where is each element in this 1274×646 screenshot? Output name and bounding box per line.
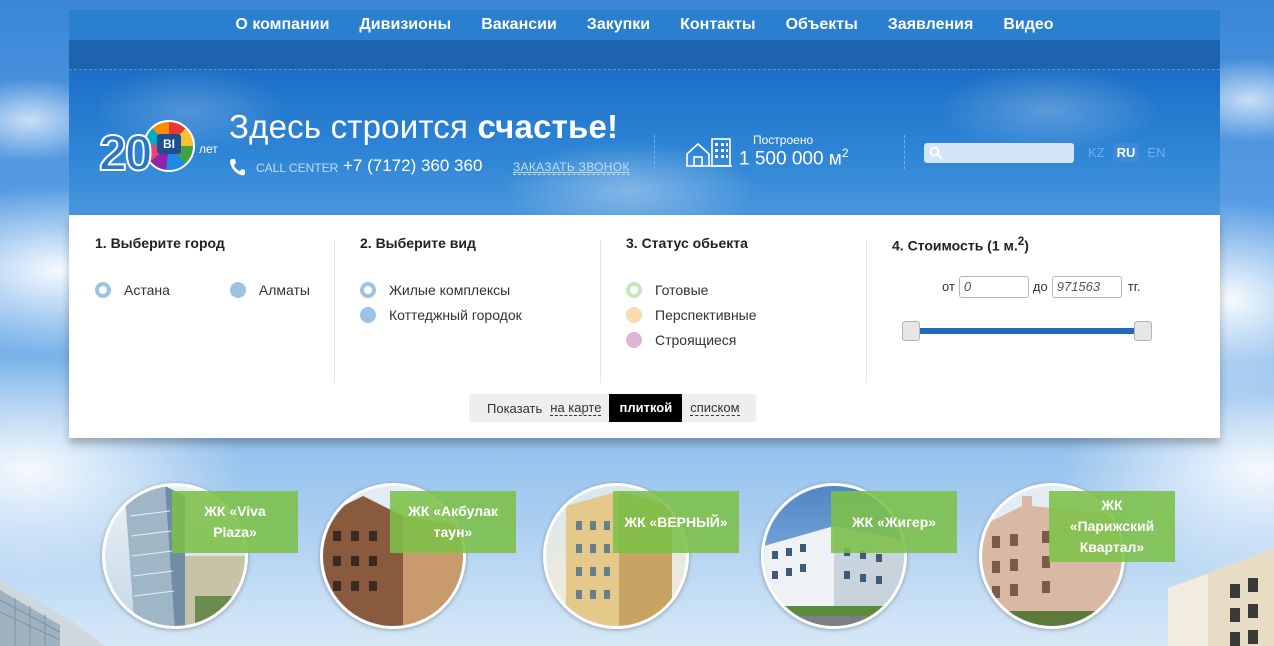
filter-city-title: 1. Выберите город <box>95 235 225 251</box>
view-toggle: Показать на карте плиткой списком <box>469 394 756 422</box>
object-tile[interactable]: ЖК «Акбулак таун» <box>320 483 520 643</box>
price-from-label: от <box>942 279 955 295</box>
logo-suffix: лет <box>199 142 218 156</box>
top-navigation: О компании Дивизионы Вакансии Закупки Ко… <box>69 10 1220 40</box>
city-option-label: Астана <box>124 281 170 298</box>
status-option-building[interactable]: Строящиеся <box>626 327 856 352</box>
price-slider-min-handle[interactable] <box>902 320 920 341</box>
built-unit-sup: 2 <box>841 146 849 160</box>
nav-item-divisions[interactable]: Дивизионы <box>344 10 466 40</box>
price-slider-track <box>910 327 1144 334</box>
search-input[interactable] <box>924 143 1074 163</box>
price-title-close: ) <box>1024 237 1029 254</box>
nav-item-vacancies[interactable]: Вакансии <box>466 10 572 40</box>
nav-item-video[interactable]: Видео <box>988 10 1068 40</box>
city-option-label: Алматы <box>258 281 310 298</box>
objects-tiles: ЖК «Viva Plaza» ЖК «Акбулак таун» ЖК «ВЕ… <box>69 447 1220 646</box>
nav-item-contacts[interactable]: Контакты <box>665 10 770 40</box>
sub-navigation-bar <box>69 40 1220 70</box>
company-logo[interactable]: 20 BI лет <box>98 110 225 190</box>
header-divider <box>654 135 655 169</box>
filter-price-title: 4. Стоимость (1 м.2) <box>892 235 1192 254</box>
site-header: 20 BI лет Здесь строится счастье! CALL C… <box>69 70 1220 215</box>
object-tile[interactable]: ЖК «Парижский Квартал» <box>979 483 1179 643</box>
filter-divider <box>866 240 867 383</box>
filter-divider <box>600 240 601 383</box>
nav-item-objects[interactable]: Объекты <box>771 10 873 40</box>
price-from-input[interactable] <box>958 275 1029 298</box>
filter-divider <box>334 240 335 383</box>
order-callback-link[interactable]: ЗАКАЗАТЬ ЗВОНОК <box>513 160 630 175</box>
object-tile[interactable]: ЖК «Жигер» <box>761 483 961 643</box>
filter-type-title: 2. Выберите вид <box>360 235 476 251</box>
city-option-almaty[interactable]: Алматы <box>229 277 310 302</box>
type-option-cottage[interactable]: Коттеджный городок <box>360 302 590 327</box>
status-option-label: Перспективные <box>655 306 757 323</box>
buildings-icon <box>686 138 732 167</box>
phone-icon <box>230 159 245 176</box>
price-to-input[interactable] <box>1051 275 1122 298</box>
price-range-row: от до тг. <box>942 275 1192 298</box>
lang-en[interactable]: EN <box>1143 143 1169 162</box>
filter-status-title: 3. Статус обьекта <box>626 235 748 251</box>
object-tile-label: ЖК «Жигер» <box>831 491 957 553</box>
filter-status: 3. Статус обьекта Готовые Перспективные … <box>626 235 856 385</box>
filter-price: 4. Стоимость (1 м.2) от до тг. <box>892 235 1192 385</box>
lang-kz[interactable]: KZ <box>1084 143 1109 162</box>
view-tiles-button[interactable]: плиткой <box>609 394 683 422</box>
nav-item-statements[interactable]: Заявления <box>873 10 989 40</box>
radio-icon <box>229 281 246 298</box>
checkbox-icon <box>626 331 642 348</box>
price-to-label: до <box>1032 279 1048 295</box>
object-tile-label: ЖК «Акбулак таун» <box>390 491 516 553</box>
filter-type: 2. Выберите вид Жилые комплексы Коттеджн… <box>360 235 590 385</box>
view-list-link[interactable]: списком <box>690 400 740 416</box>
filter-panel: 1. Выберите город Астана Алматы 2. Выбер… <box>69 215 1220 438</box>
built-value: 1 500 000 м2 <box>739 146 849 170</box>
header-divider <box>904 135 905 169</box>
checkbox-selected-icon <box>626 281 642 298</box>
price-currency: тг. <box>1127 279 1141 295</box>
nav-item-about[interactable]: О компании <box>220 10 344 40</box>
slogan: Здесь строится счастье! <box>229 108 618 146</box>
price-title-text: 4. Стоимость (1 м. <box>892 237 1018 254</box>
object-tile-label: ЖК «ВЕРНЫЙ» <box>613 491 739 553</box>
type-option-label: Коттеджный городок <box>389 306 522 323</box>
slogan-text: Здесь строится <box>229 108 469 145</box>
checkbox-icon <box>626 306 642 323</box>
nav-item-procurement[interactable]: Закупки <box>572 10 665 40</box>
city-option-astana[interactable]: Астана <box>95 277 170 302</box>
object-tile-label: ЖК «Viva Plaza» <box>172 491 298 553</box>
price-slider[interactable] <box>902 320 1152 341</box>
built-label: Построено <box>753 133 814 147</box>
filter-city: 1. Выберите город Астана Алматы <box>95 235 325 385</box>
radio-selected-icon <box>95 281 111 298</box>
call-center-phone[interactable]: +7 (7172) 360 360 <box>343 156 482 176</box>
search-icon <box>929 146 943 160</box>
object-tile-label: ЖК «Парижский Квартал» <box>1049 491 1175 562</box>
radio-icon <box>360 306 376 323</box>
logo-badge: BI <box>157 134 181 154</box>
lang-ru[interactable]: RU <box>1112 143 1140 162</box>
view-toggle-label: Показать <box>487 400 543 416</box>
type-option-residential[interactable]: Жилые комплексы <box>360 277 590 302</box>
status-option-label: Строящиеся <box>655 331 737 348</box>
radio-selected-icon <box>360 281 376 298</box>
logo-number: 20 <box>98 124 154 182</box>
status-option-prospective[interactable]: Перспективные <box>626 302 856 327</box>
page-frame: О компании Дивизионы Вакансии Закупки Ко… <box>69 10 1220 438</box>
slogan-bold: счастье! <box>477 108 619 145</box>
status-option-ready[interactable]: Готовые <box>626 277 856 302</box>
object-tile[interactable]: ЖК «ВЕРНЫЙ» <box>543 483 743 643</box>
status-option-label: Готовые <box>655 281 709 298</box>
type-option-label: Жилые комплексы <box>389 281 511 298</box>
object-tile[interactable]: ЖК «Viva Plaza» <box>102 483 302 643</box>
language-switcher: KZ RU EN <box>1084 143 1169 162</box>
built-value-number: 1 500 000 м <box>739 148 842 170</box>
price-slider-max-handle[interactable] <box>1134 320 1152 341</box>
call-center-label: CALL CENTER <box>256 161 339 175</box>
view-map-link[interactable]: на карте <box>550 400 602 416</box>
